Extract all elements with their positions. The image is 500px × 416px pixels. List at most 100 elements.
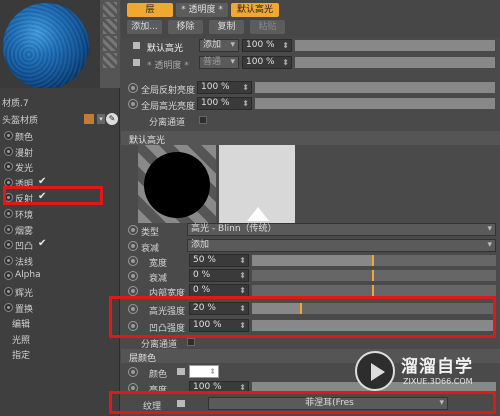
falloff-input[interactable]: 0 %	[189, 269, 249, 282]
animate-icon[interactable]	[128, 241, 138, 251]
separate-passes-label: 分离通道	[149, 118, 186, 128]
channel-item[interactable]: 发光	[0, 159, 120, 175]
radio-icon[interactable]	[4, 224, 13, 234]
animate-icon[interactable]	[128, 271, 138, 281]
global-refl-label: 全局反射亮度	[141, 86, 196, 96]
global-spec-slider[interactable]	[255, 98, 495, 109]
layer-value-input[interactable]: 100 %	[242, 56, 292, 69]
channel-item[interactable]: 凹凸 ✔	[0, 237, 120, 253]
menu-item-label: 指定	[12, 351, 31, 362]
preview-thumbnails	[100, 0, 120, 88]
expand-icon[interactable]	[177, 368, 185, 375]
attenuation-select[interactable]: 添加	[187, 239, 496, 252]
paste-button[interactable]: 粘贴	[250, 20, 285, 34]
animate-icon[interactable]	[128, 83, 138, 93]
material-sidebar: 材质.7 头盔材质 ▾ ✎ 颜色 漫射 发光 透明 ✔ 反射 ✔ 环境 烟雾 凹凸 ✔…	[0, 0, 120, 416]
channel-label: Alpha	[15, 270, 41, 281]
radio-icon[interactable]	[4, 286, 13, 296]
radio-icon[interactable]	[4, 302, 13, 312]
global-spec-input[interactable]: 100 %	[197, 97, 252, 110]
tab-layer[interactable]: 层	[127, 3, 173, 17]
animate-icon[interactable]	[128, 286, 138, 296]
radio-icon[interactable]	[4, 208, 13, 218]
channel-item[interactable]: 辉光	[0, 284, 120, 300]
animate-icon[interactable]	[128, 256, 138, 266]
channel-label: 烟雾	[15, 226, 34, 237]
global-spec-row[interactable]: 全局高光亮度 100 %	[121, 96, 500, 112]
global-refl-row[interactable]: 全局反射亮度 100 %	[121, 80, 500, 96]
global-refl-input[interactable]: 100 %	[197, 81, 252, 94]
attenuation-row[interactable]: 衰减 添加	[121, 238, 500, 254]
remove-button[interactable]: 移除	[168, 20, 203, 34]
radio-icon[interactable]	[4, 162, 13, 172]
channel-list: 颜色 漫射 发光 透明 ✔ 反射 ✔ 环境 烟雾 凹凸 ✔ 法线 Alpha 辉光 置…	[0, 128, 120, 362]
play-logo-icon	[355, 351, 395, 391]
section-header[interactable]: 默认高光	[121, 131, 500, 146]
tab-default-spec[interactable]: 默认高光	[231, 3, 279, 17]
thumb[interactable]	[103, 2, 117, 17]
animate-icon[interactable]	[128, 225, 138, 235]
radio-icon[interactable]	[4, 131, 13, 140]
chevron-down-icon[interactable]: ▾	[97, 114, 105, 124]
width-input[interactable]: 50 %	[189, 254, 249, 267]
menu-item-edit[interactable]: 编辑	[0, 315, 120, 331]
width-slider[interactable]	[252, 255, 496, 266]
falloff-row[interactable]: 衰减 0 %	[121, 268, 500, 284]
menu-item-label: 编辑	[12, 320, 31, 331]
width-row[interactable]: 宽度 50 %	[121, 253, 500, 269]
eye-icon[interactable]	[133, 42, 140, 49]
blend-mode-select[interactable]: 添加	[199, 39, 239, 52]
animate-icon[interactable]	[128, 99, 138, 109]
layer-value-input[interactable]: 100 %	[242, 39, 292, 52]
menu-item-assign[interactable]: 指定	[0, 346, 120, 362]
eye-icon[interactable]	[133, 59, 140, 66]
radio-icon[interactable]	[4, 146, 13, 156]
type-row[interactable]: 类型 高光 - Blinn（传统）	[121, 222, 500, 238]
copy-button[interactable]: 复制	[209, 20, 244, 34]
channel-item[interactable]: 颜色	[0, 128, 120, 144]
material-preview[interactable]	[0, 0, 100, 88]
channel-label: 环境	[15, 210, 34, 221]
global-refl-slider[interactable]	[255, 82, 495, 93]
thumb[interactable]	[103, 36, 117, 51]
watermark: 溜溜自学 ZIXUE.3D66.COM	[355, 347, 485, 397]
falloff-slider[interactable]	[252, 270, 496, 281]
separate-passes-checkbox[interactable]	[187, 338, 195, 346]
watermark-title: 溜溜自学	[401, 357, 473, 377]
separate-passes-checkbox[interactable]	[199, 116, 207, 124]
channel-item[interactable]: 烟雾	[0, 222, 120, 238]
watermark-url: ZIXUE.3D66.COM	[403, 377, 473, 386]
type-label: 类型	[141, 228, 160, 238]
checkmark-icon[interactable]: ✔	[38, 238, 46, 249]
inner-width-slider[interactable]	[252, 285, 496, 296]
layer-value-slider[interactable]	[295, 57, 495, 68]
radio-icon[interactable]	[4, 255, 13, 265]
type-select[interactable]: 高光 - Blinn（传统）	[187, 223, 496, 236]
channel-label: 置换	[15, 304, 34, 315]
separate-passes-row[interactable]: 分离通道	[121, 112, 500, 128]
radio-icon[interactable]	[4, 240, 13, 250]
channel-item[interactable]: 置换	[0, 300, 120, 316]
material-field[interactable]: 头盔材质 ▾ ✎	[2, 112, 118, 126]
layer-row[interactable]: * 透明度 * 普通 100 %	[121, 55, 500, 71]
blend-mode-select[interactable]: 普通	[199, 56, 239, 69]
channel-item[interactable]: 法线	[0, 253, 120, 269]
radio-icon[interactable]	[4, 271, 13, 281]
eyedropper-icon[interactable]: ✎	[106, 113, 118, 125]
thumb[interactable]	[103, 19, 117, 34]
add-button[interactable]: 添加...	[127, 20, 162, 34]
menu-item-label: 光照	[12, 335, 31, 346]
tab-transparency[interactable]: * 透明度 *	[176, 3, 228, 17]
material-color-swatch[interactable]	[84, 114, 94, 124]
color-swatch[interactable]	[189, 365, 219, 378]
channel-item[interactable]: 环境	[0, 206, 120, 222]
layer-name: * 透明度 *	[147, 61, 189, 71]
channel-item[interactable]: 漫射	[0, 144, 120, 160]
menu-item-lighting[interactable]: 光照	[0, 331, 120, 347]
channel-item[interactable]: Alpha	[0, 268, 120, 284]
layer-name: 默认高光	[147, 44, 184, 54]
thumb[interactable]	[103, 53, 117, 68]
layer-row[interactable]: 默认高光 添加 100 %	[121, 38, 500, 54]
layer-value-slider[interactable]	[295, 40, 495, 51]
animate-icon[interactable]	[128, 367, 138, 377]
